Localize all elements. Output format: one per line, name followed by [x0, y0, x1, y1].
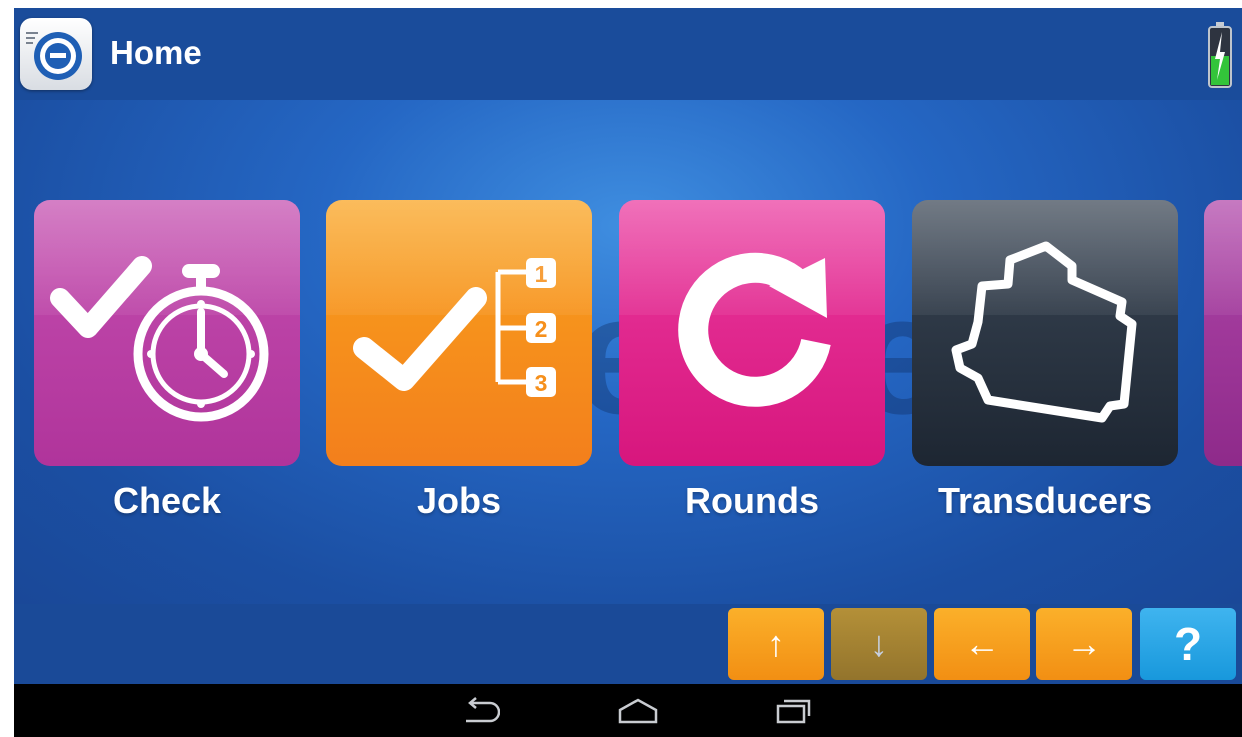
list-number-3: 3	[535, 370, 548, 396]
navigation-bar: ↑ ↓ ← → ?	[14, 604, 1242, 684]
home-screen: Home e e	[14, 8, 1242, 737]
home-icon[interactable]	[616, 694, 660, 733]
list-number-1: 1	[535, 261, 548, 287]
right-arrow-button[interactable]: →	[1036, 608, 1132, 680]
title-bar: Home	[14, 8, 1242, 100]
e-logo-icon[interactable]	[20, 18, 92, 90]
back-icon[interactable]	[460, 694, 501, 733]
transducers-tile[interactable]	[912, 200, 1178, 466]
system-navigation-bar	[14, 684, 1242, 737]
list-number-2: 2	[535, 316, 548, 342]
up-arrow-button[interactable]: ↑	[728, 608, 824, 680]
down-arrow-button[interactable]: ↓	[831, 608, 927, 680]
tile-label-jobs: Jobs	[416, 480, 502, 521]
tile-area: e e	[14, 100, 1242, 604]
transducer-outline-icon	[951, 241, 1137, 423]
rounds-tile[interactable]	[619, 200, 885, 466]
battery-charging-icon	[1208, 22, 1232, 93]
left-arrow-button[interactable]: ←	[934, 608, 1030, 680]
tile-label-rounds: Rounds	[685, 480, 819, 521]
check-stopwatch-icon	[50, 256, 269, 422]
jobs-tile[interactable]: 1 2 3	[326, 200, 592, 466]
more-tile-partial[interactable]	[1204, 200, 1242, 466]
help-button[interactable]: ?	[1140, 608, 1236, 680]
check-numbered-list-icon: 1 2 3	[353, 258, 556, 397]
tile-label-check: Check	[112, 480, 222, 521]
page-title: Home	[110, 34, 202, 71]
recent-apps-icon[interactable]	[774, 694, 814, 733]
check-tile[interactable]	[34, 200, 300, 466]
refresh-arrow-icon	[678, 252, 831, 407]
tile-label-transducers: Transducers	[937, 480, 1153, 521]
